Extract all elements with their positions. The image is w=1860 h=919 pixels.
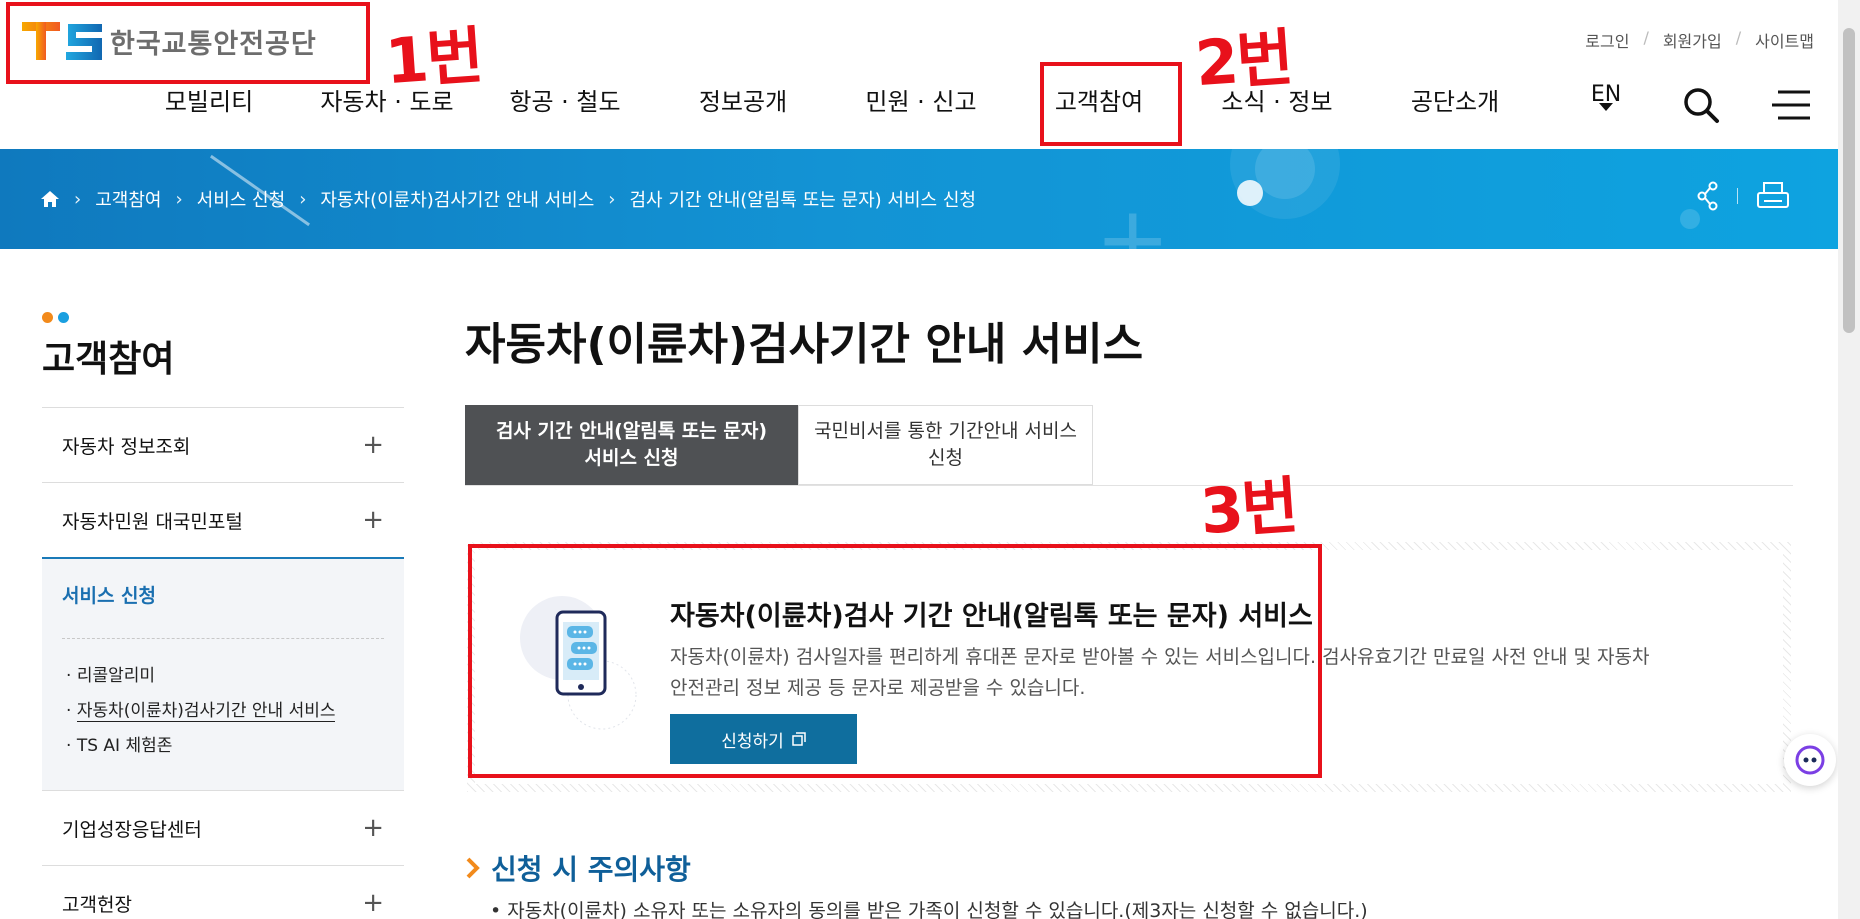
annotation-box-3 (468, 544, 1322, 778)
sidebar-title: 고객참여 (42, 339, 175, 380)
page: 한국교통안전공단 로그인 / 회원가입 / 사이트맵 모빌리티 자동차 · 도로… (0, 0, 1860, 919)
sidebar-item-civil-portal[interactable]: 자동차민원 대국민포털 + (42, 482, 404, 557)
gnb-civil-report[interactable]: 민원 · 신고 (832, 82, 1010, 122)
plus-icon: + (362, 813, 384, 843)
login-link[interactable]: 로그인 (1585, 28, 1629, 52)
global-nav: 모빌리티 자동차 · 도로 항공 · 철도 정보공개 민원 · 신고 고객참여 … (120, 82, 1544, 122)
language-select[interactable]: EN (1586, 82, 1626, 111)
page-tools (1697, 181, 1790, 211)
search-icon[interactable] (1682, 86, 1720, 124)
tab-national-secretary[interactable]: 국민비서를 통한 기간안내 서비스 신청 (798, 405, 1093, 485)
gnb-about[interactable]: 공단소개 (1366, 82, 1544, 122)
share-icon[interactable] (1697, 181, 1719, 211)
sidebar-open-title[interactable]: 서비스 신청 (62, 581, 384, 608)
plus-icon: + (362, 505, 384, 535)
breadcrumb-current: 검사 기간 안내(알림톡 또는 문자) 서비스 신청 (629, 190, 976, 211)
page-scrollbar[interactable] (1838, 0, 1860, 919)
notice-text: • 자동차(이륜차) 소유자 또는 소유자의 동의를 받은 가족이 신청할 수 … (490, 900, 1368, 919)
sidebar-subitem-inspection-notice[interactable]: · 자동차(이륜차)검사기간 안내 서비스 (62, 694, 384, 729)
sidebar-item-car-info[interactable]: 자동차 정보조회 + (42, 407, 404, 482)
breadcrumb-item[interactable]: 자동차(이륜차)검사기간 안내 서비스 (320, 186, 594, 212)
hamburger-menu-icon[interactable] (1770, 88, 1812, 122)
plus-icon: + (362, 430, 384, 460)
chevron-right-icon: › (175, 188, 183, 210)
utility-menu: 로그인 / 회원가입 / 사이트맵 (1585, 28, 1814, 52)
title-dots (42, 312, 69, 323)
annotation-label-2: 2번 (1192, 20, 1295, 101)
chevron-right-icon: › (299, 188, 307, 210)
gnb-info-disclosure[interactable]: 정보공개 (654, 82, 832, 122)
annotation-box-2 (1040, 62, 1182, 146)
decor-circle (1680, 209, 1700, 229)
plus-icon: + (362, 888, 384, 918)
page-title: 자동차(이륜차)검사기간 안내 서비스 (465, 319, 1144, 370)
sidebar-subitem-recall[interactable]: · 리콜알리미 (62, 659, 384, 694)
sidebar-item-growth-center[interactable]: 기업성장응답센터 + (42, 790, 404, 865)
sidebar-nav: 자동차 정보조회 + 자동차민원 대국민포털 + 서비스 신청 · 리콜알리미 … (42, 407, 404, 919)
breadcrumb-item[interactable]: 서비스 신청 (197, 186, 286, 212)
annotation-label-3: 3번 (1197, 468, 1300, 549)
breadcrumb-item[interactable]: 고객참여 (95, 186, 161, 212)
tab-inspection-notice-apply[interactable]: 검사 기간 안내(알림톡 또는 문자) 서비스 신청 (465, 405, 798, 485)
sitemap-link[interactable]: 사이트맵 (1755, 28, 1814, 52)
gnb-air-rail[interactable]: 항공 · 철도 (476, 82, 654, 122)
breadcrumb: › 고객참여 › 서비스 신청 › 자동차(이륜차)검사기간 안내 서비스 › … (40, 149, 976, 249)
chevron-right-icon: › (608, 188, 616, 210)
sub-visual-banner: + › 고객참여 › 서비스 신청 › 자동차(이륜차)검사기간 안내 서비스 … (0, 149, 1838, 249)
notice-heading: 신청 시 주의사항 (465, 848, 691, 888)
chatbot-icon (1795, 745, 1825, 775)
language-label: EN (1590, 82, 1622, 107)
sidebar-subitem-ai-zone[interactable]: · TS AI 체험존 (62, 729, 384, 764)
sidebar-item-customer-charter[interactable]: 고객헌장 + (42, 865, 404, 919)
sidebar-item-service-apply: 서비스 신청 · 리콜알리미 · 자동차(이륜차)검사기간 안내 서비스 · T… (42, 557, 404, 790)
chatbot-button[interactable] (1784, 734, 1836, 786)
decor-plus: + (1095, 187, 1171, 250)
tab-list: 검사 기간 안내(알림톡 또는 문자) 서비스 신청 국민비서를 통한 기간안내… (465, 405, 1093, 485)
gnb-mobility[interactable]: 모빌리티 (120, 82, 298, 122)
annotation-label-1: 1번 (382, 18, 485, 99)
annotation-box-1 (6, 2, 370, 84)
scrollbar-thumb[interactable] (1843, 28, 1855, 333)
chevron-right-icon: › (74, 188, 82, 210)
chevron-right-icon (466, 857, 480, 879)
home-icon[interactable] (40, 189, 60, 209)
signup-link[interactable]: 회원가입 (1663, 28, 1722, 52)
print-icon[interactable] (1756, 181, 1790, 211)
